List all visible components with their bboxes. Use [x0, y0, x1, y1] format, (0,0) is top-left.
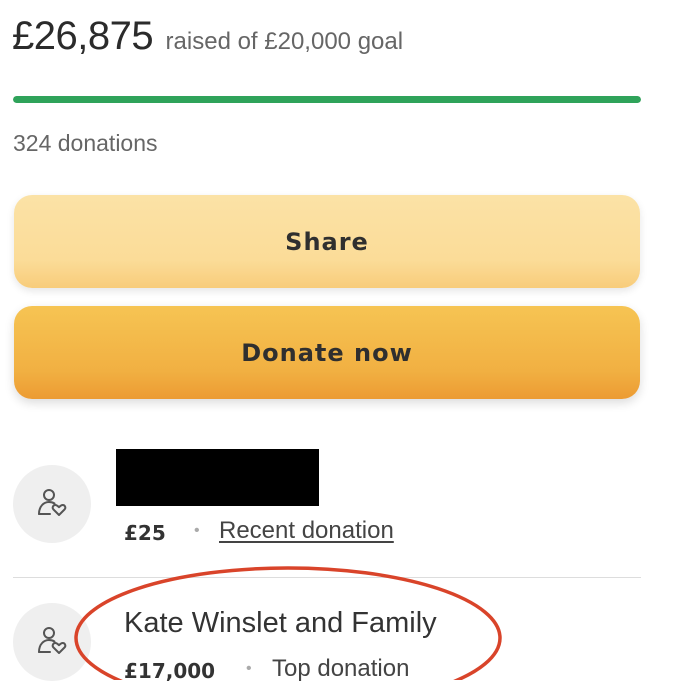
donor-avatar: [13, 603, 91, 681]
recent-donation-link[interactable]: Recent donation: [219, 517, 394, 545]
raised-summary: £26,875 raised of £20,000 goal: [12, 14, 403, 59]
separator-dot: •: [246, 660, 252, 677]
separator-dot: •: [194, 522, 200, 539]
donor-avatar: [13, 465, 91, 543]
goal-text: raised of £20,000 goal: [165, 28, 404, 55]
person-heart-icon: [38, 627, 67, 654]
share-button[interactable]: Share: [14, 195, 640, 288]
progress-bar: [13, 96, 641, 103]
donation-count: 324 donations: [13, 130, 158, 156]
raised-amount: £26,875: [12, 14, 154, 58]
donor-name: Kate Winslet and Family: [124, 607, 437, 639]
donation-amount: £17,000: [124, 659, 216, 683]
divider: [13, 577, 641, 578]
donation-type: Top donation: [272, 655, 410, 682]
donation-amount: £25: [124, 521, 166, 545]
donate-now-button[interactable]: Donate now: [14, 306, 640, 399]
progress-fill: [13, 96, 641, 103]
redacted-donor-name: [116, 449, 319, 506]
person-heart-icon: [38, 489, 67, 516]
